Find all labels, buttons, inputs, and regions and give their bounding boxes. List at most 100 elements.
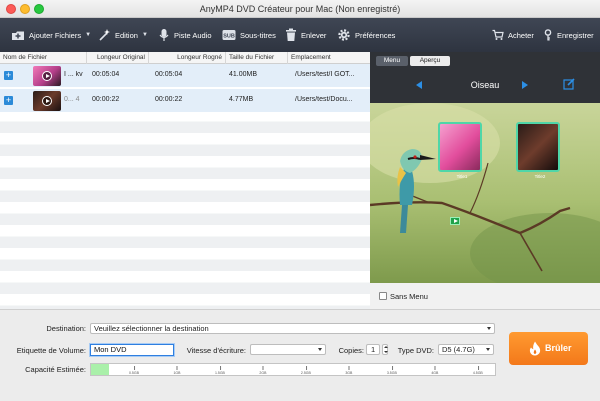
capacity-tick-label: 1.5GB [214,366,225,375]
capacity-tick-label: 4GB [431,366,439,375]
buy-button[interactable]: Acheter [492,26,534,44]
burn-button[interactable]: Brûler [509,332,588,365]
trimmed-length: 00:05:04 [155,71,183,78]
expand-row-button[interactable]: + [4,71,13,80]
volume-label-label: Etiquette de Volume: [16,346,86,355]
title2-thumbnail[interactable] [516,122,560,172]
add-files-button[interactable]: Ajouter Fichiers ▼ [11,26,91,44]
chevron-down-icon [487,327,491,330]
menu-panel: Menu Aperçu Oiseau Title1 Title2 Sans Me… [370,52,600,309]
subtitles-icon: SUB [222,30,236,40]
dvd-type-select[interactable]: D5 (4.7G) [438,344,494,355]
menu-tab-bar: Menu Aperçu [370,52,600,69]
video-thumbnail[interactable] [33,91,61,111]
chevron-down-icon [318,348,322,351]
copies-field[interactable]: 1 [366,344,380,355]
magic-wand-icon [99,29,110,41]
bird-background-image [370,103,600,283]
menu-preview: Title1 Title2 [370,103,600,283]
menu-play-button[interactable] [450,217,460,225]
buy-label: Acheter [508,30,534,40]
capacity-fill [91,364,110,375]
copies-label: Copies: [338,346,364,355]
capacity-tick-label: 2.5GB [300,366,311,375]
no-menu-checkbox[interactable] [379,292,387,300]
subtitles-label: Sous-titres [240,30,276,40]
file-list[interactable]: + I ... kv 00:05:04 00:05:04 41.00MB /Us… [0,64,370,309]
play-icon [42,71,52,81]
tab-menu[interactable]: Menu [376,56,408,66]
title1-caption: Title1 [456,174,468,179]
title1-thumbnail[interactable] [438,122,482,172]
file-location: /Users/test/Docu... [295,96,353,103]
output-settings: Destination: Veuillez sélectionner la de… [0,309,600,401]
edit-dropdown-icon: ▼ [141,32,148,38]
original-length: 00:00:22 [92,96,120,103]
add-files-icon [12,31,24,40]
no-menu-option[interactable]: Sans Menu [370,283,600,309]
copies-value: 1 [371,345,376,354]
file-size: 41.00MB [229,71,258,78]
column-header-filename[interactable]: Nom de Fichier [0,52,87,64]
column-header-original-length[interactable]: Longeur Original [87,52,149,64]
svg-text:SUB: SUB [223,34,235,40]
capacity-tick-label: 0.5GB [129,366,139,375]
no-menu-label: Sans Menu [390,292,428,301]
video-thumbnail[interactable] [33,66,61,86]
remove-button[interactable]: Enlever [285,26,326,44]
file-list-header: Nom de Fichier Longeur Original Longeur … [0,52,370,64]
register-label: Enregistrer [557,30,594,40]
volume-label-input[interactable]: Mon DVD [90,344,174,356]
register-button[interactable]: Enregistrer [543,26,594,44]
capacity-tick-label: 3.5GB [386,366,397,375]
trash-icon [286,28,296,41]
window-title: AnyMP4 DVD Créateur pour Mac (Non enregi… [199,4,401,14]
key-icon [544,29,552,41]
add-files-dropdown-icon: ▼ [85,32,92,38]
edit-button[interactable]: Edition ▼ [97,26,148,44]
destination-value: Veuillez sélectionner la destination [94,324,209,333]
trimmed-length: 00:00:22 [155,96,183,103]
file-name: 0... 4 [64,96,80,103]
table-row[interactable]: + I ... kv 00:05:04 00:05:04 41.00MB /Us… [0,64,370,88]
file-name: I ... kv [64,71,83,78]
column-header-size[interactable]: Taille du Fichier [226,52,288,64]
capacity-tick-label: 3GB [345,366,353,375]
chevron-down-icon [486,348,490,351]
capacity-tick-label: 2GB [259,366,267,375]
title-bar: AnyMP4 DVD Créateur pour Mac (Non enregi… [0,0,600,18]
destination-label: Destination: [46,324,86,333]
edit-label: Edition [115,30,138,40]
subtitles-button[interactable]: SUB Sous-titres [222,26,276,44]
column-header-location[interactable]: Emplacement [288,52,370,64]
preferences-button[interactable]: Préférences [337,26,395,44]
table-row[interactable]: + 0... 4 00:00:22 00:00:22 4.77MB /Users… [0,89,370,113]
capacity-tick-label: 1GB [173,366,181,375]
toolbar: Ajouter Fichiers ▼ Edition ▼ Piste Audio… [0,18,600,52]
original-length: 00:05:04 [92,71,120,78]
capacity-label: Capacité Estimée: [25,365,86,374]
audio-track-label: Piste Audio [174,30,212,40]
audio-track-button[interactable]: Piste Audio [158,26,212,44]
edit-menu-icon[interactable] [563,78,575,90]
copies-stepper[interactable] [382,344,388,355]
file-size: 4.77MB [229,96,254,103]
tab-preview[interactable]: Aperçu [410,56,450,66]
capacity-bar: 0.5GB 1GB 1.5GB 2GB 2.5GB 3GB 3.5GB 4GB 4.5GB [90,363,496,376]
expand-row-button[interactable]: + [4,96,13,105]
add-files-label: Ajouter Fichiers [29,30,82,40]
microphone-icon [159,29,169,41]
capacity-tick-label: 4.5GB [472,366,483,375]
write-speed-select[interactable] [250,344,326,355]
file-location: /Users/test/I GOT... [295,71,355,78]
cart-icon [492,29,504,40]
flame-icon [529,341,541,356]
burn-label: Brûler [545,343,572,353]
remove-label: Enlever [301,30,327,40]
dvd-type-value: D5 (4.7G) [442,345,475,354]
next-template-button[interactable] [522,81,528,89]
dvd-type-label: Type DVD: [397,346,434,355]
column-header-trimmed-length[interactable]: Longeur Rogné [149,52,226,64]
gear-icon [338,29,350,41]
destination-select[interactable]: Veuillez sélectionner la destination [90,323,495,334]
